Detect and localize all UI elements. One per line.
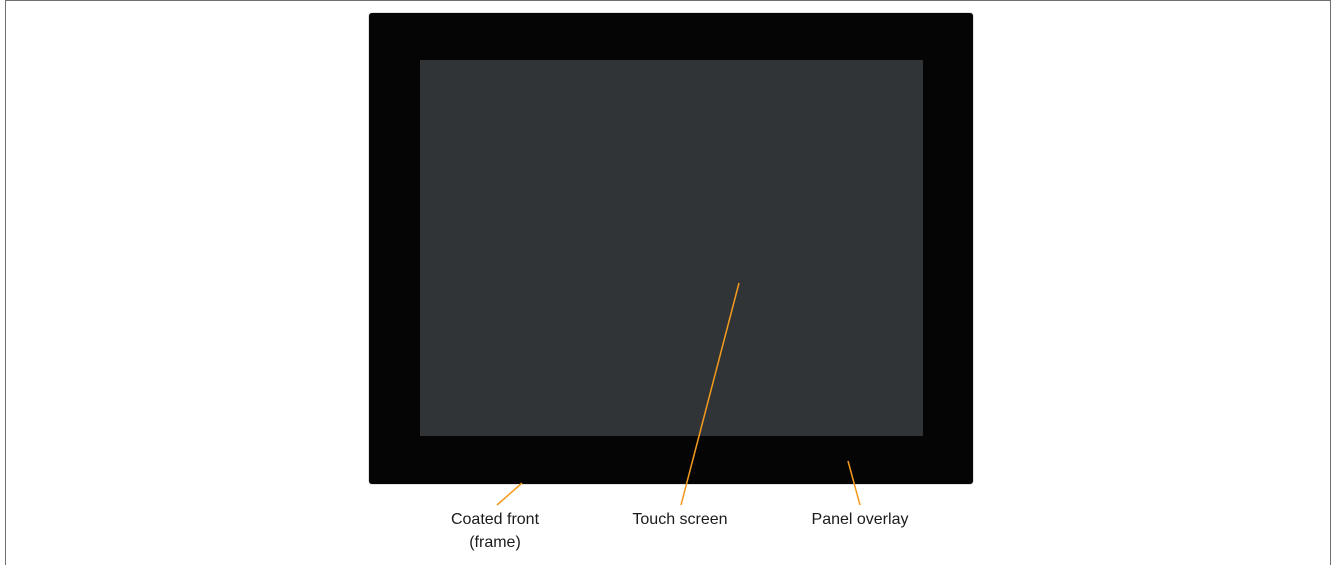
leader-panel-overlay (847, 460, 861, 506)
leader-lines (496, 282, 861, 506)
label-coated-front-line2: (frame) (469, 534, 521, 551)
leader-coated-front (496, 482, 523, 506)
label-coated-front-line1: Coated front (450, 511, 540, 528)
label-touch-screen: Touch screen (632, 511, 728, 528)
label-panel-overlay: Panel overlay (811, 511, 909, 528)
label-coated-front: Coated front (frame) (420, 508, 570, 554)
leader-touch-screen (680, 282, 740, 506)
